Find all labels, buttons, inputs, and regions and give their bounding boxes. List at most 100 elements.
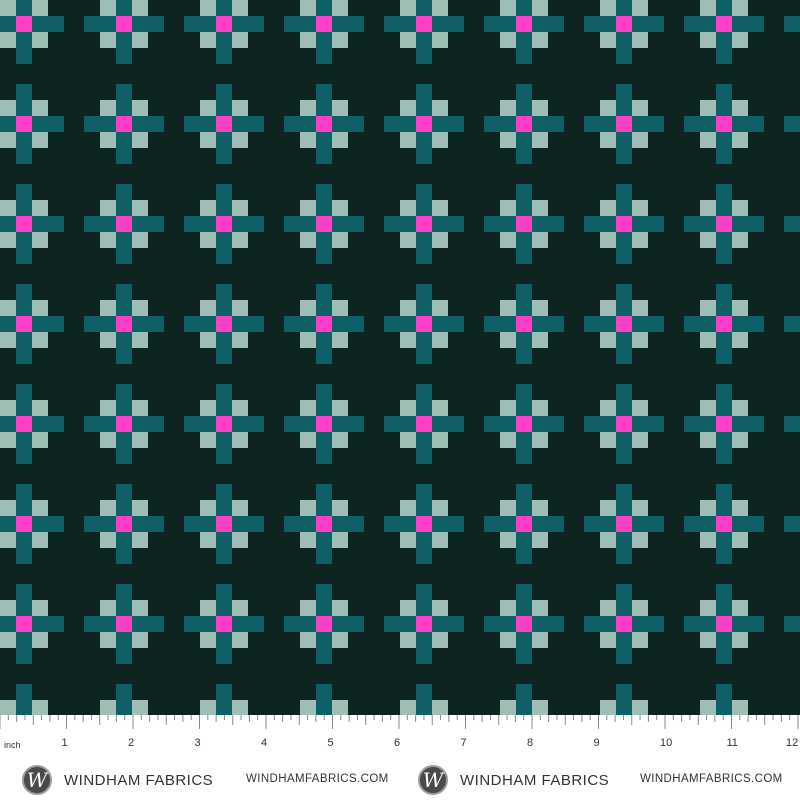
band-end <box>316 448 332 464</box>
band-end <box>584 616 600 632</box>
ruler-number: 6 <box>394 737 400 749</box>
nine-patch-corner <box>200 532 216 548</box>
nine-patch-corner <box>0 632 16 648</box>
band-end <box>484 216 500 232</box>
ruler-unit-label: inch <box>4 740 21 750</box>
nine-patch-corner <box>100 132 116 148</box>
pink-center <box>316 616 332 632</box>
nine-patch-corner <box>32 100 48 116</box>
nine-patch-corner <box>100 432 116 448</box>
nine-patch-corner <box>32 132 48 148</box>
nine-patch-corner <box>600 232 616 248</box>
nine-patch-corner <box>0 0 16 16</box>
band-end <box>516 348 532 364</box>
nine-patch-checker-pattern <box>0 0 800 715</box>
nine-patch-corner <box>132 132 148 148</box>
band-end <box>516 648 532 664</box>
band-end <box>184 216 200 232</box>
nine-patch-corner <box>132 32 148 48</box>
nine-patch-corner <box>200 300 216 316</box>
band-end <box>448 516 464 532</box>
nine-patch-corner <box>700 200 716 216</box>
band-end <box>348 16 364 32</box>
band-end <box>616 448 632 464</box>
nine-patch-corner <box>0 500 16 516</box>
band-end <box>16 648 32 664</box>
nine-patch-corner <box>732 0 748 16</box>
band-end <box>416 348 432 364</box>
nine-patch-corner <box>600 500 616 516</box>
band-end <box>184 416 200 432</box>
pink-center <box>116 216 132 232</box>
band-end <box>184 16 200 32</box>
band-end <box>16 384 32 400</box>
band-end <box>116 384 132 400</box>
pink-center <box>716 416 732 432</box>
nine-patch-corner <box>432 0 448 16</box>
nine-patch-corner <box>232 432 248 448</box>
band-end <box>316 248 332 264</box>
band-end <box>648 316 664 332</box>
nine-patch-corner <box>432 400 448 416</box>
band-end <box>248 416 264 432</box>
nine-patch-corner <box>632 532 648 548</box>
nine-patch-corner <box>200 632 216 648</box>
band-end <box>716 84 732 100</box>
pink-center <box>716 516 732 532</box>
band-end <box>316 48 332 64</box>
nine-patch-corner <box>532 332 548 348</box>
nine-patch-corner <box>500 632 516 648</box>
nine-patch-corner <box>500 0 516 16</box>
nine-patch-corner <box>600 100 616 116</box>
ruler-number: 10 <box>660 737 672 749</box>
pink-center <box>16 216 32 232</box>
band-end <box>384 316 400 332</box>
nine-patch-corner <box>500 300 516 316</box>
band-end <box>548 316 564 332</box>
nine-patch-corner <box>732 300 748 316</box>
band-end <box>584 316 600 332</box>
band-end <box>448 316 464 332</box>
band-end <box>584 16 600 32</box>
band-end <box>316 348 332 364</box>
band-end <box>316 84 332 100</box>
nine-patch-corner <box>200 700 216 715</box>
band-end <box>616 184 632 200</box>
band-end <box>316 384 332 400</box>
band-end <box>516 548 532 564</box>
nine-patch-corner <box>632 200 648 216</box>
pink-center <box>616 116 632 132</box>
nine-patch-corner <box>332 700 348 715</box>
nine-patch-corner <box>32 400 48 416</box>
nine-patch-corner <box>0 32 16 48</box>
nine-patch-corner <box>500 200 516 216</box>
nine-patch-corner <box>632 232 648 248</box>
nine-patch-corner <box>532 500 548 516</box>
nine-patch-corner <box>132 532 148 548</box>
nine-patch-corner <box>432 332 448 348</box>
nine-patch-corner <box>300 0 316 16</box>
band-end <box>84 316 100 332</box>
nine-patch-corner <box>232 332 248 348</box>
nine-patch-corner <box>32 632 48 648</box>
nine-patch-corner <box>100 500 116 516</box>
nine-patch-corner <box>32 600 48 616</box>
ruler-number: 9 <box>594 737 600 749</box>
band-end <box>684 16 700 32</box>
nine-patch-corner <box>700 32 716 48</box>
nine-patch-corner <box>300 532 316 548</box>
band-end <box>116 484 132 500</box>
nine-patch-corner <box>532 0 548 16</box>
nine-patch-corner <box>500 400 516 416</box>
band-end <box>84 116 100 132</box>
nine-patch-corner <box>32 232 48 248</box>
band-end <box>616 684 632 700</box>
pink-center <box>416 216 432 232</box>
band-end <box>448 16 464 32</box>
nine-patch-corner <box>32 300 48 316</box>
band-end <box>748 516 764 532</box>
band-end <box>248 316 264 332</box>
nine-patch-corner <box>500 232 516 248</box>
nine-patch-corner <box>332 532 348 548</box>
band-end <box>516 684 532 700</box>
